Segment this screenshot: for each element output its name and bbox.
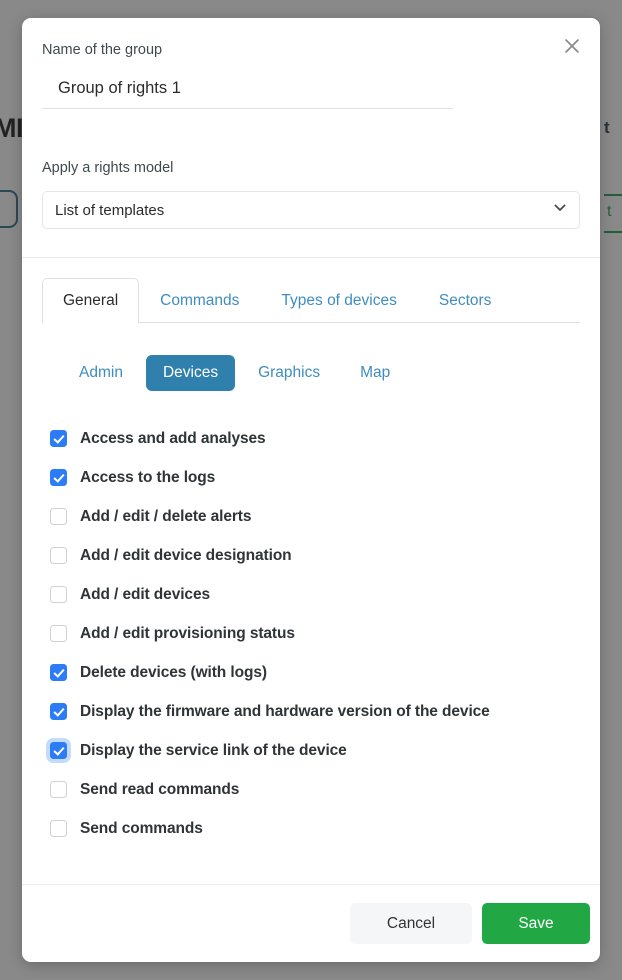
permission-label: Add / edit device designation bbox=[80, 546, 292, 564]
page-root: MI t t Name of the group Apply a rights … bbox=[0, 0, 622, 980]
subtab-devices[interactable]: Devices bbox=[145, 355, 236, 391]
permission-row[interactable]: Add / edit device designation bbox=[42, 536, 580, 575]
section-divider bbox=[22, 257, 600, 258]
sub-tabs: Admin Devices Graphics Map bbox=[62, 353, 580, 393]
checkbox-access-to-the-logs[interactable] bbox=[50, 469, 67, 486]
rights-model-label: Apply a rights model bbox=[42, 160, 174, 176]
rights-model-select-wrap: List of templates bbox=[42, 191, 580, 229]
checkbox-add-edit-device-designation[interactable] bbox=[50, 547, 67, 564]
subtab-graphics[interactable]: Graphics bbox=[241, 355, 337, 391]
permission-label: Delete devices (with logs) bbox=[80, 663, 267, 681]
permission-row[interactable]: Access and add analyses bbox=[42, 419, 580, 458]
checkbox-add-edit-devices[interactable] bbox=[50, 586, 67, 603]
permission-row[interactable]: Add / edit / delete alerts bbox=[42, 497, 580, 536]
checkbox-send-commands[interactable] bbox=[50, 820, 67, 837]
checkbox-add-edit-delete-alerts[interactable] bbox=[50, 508, 67, 525]
permission-label: Add / edit provisioning status bbox=[80, 624, 295, 642]
permission-label: Add / edit / delete alerts bbox=[80, 507, 252, 525]
permission-label: Display the firmware and hardware versio… bbox=[80, 702, 490, 720]
primary-tabs: General Commands Types of devices Sector… bbox=[42, 278, 580, 323]
primary-tabs-list: General Commands Types of devices Sector… bbox=[42, 278, 580, 323]
cancel-button[interactable]: Cancel bbox=[350, 903, 472, 944]
modal-footer: Cancel Save bbox=[22, 884, 600, 962]
rights-model-select[interactable]: List of templates bbox=[42, 191, 580, 229]
tab-types-of-devices[interactable]: Types of devices bbox=[260, 278, 417, 323]
checkbox-delete-devices-with-logs[interactable] bbox=[50, 664, 67, 681]
checkbox-add-edit-provisioning-status[interactable] bbox=[50, 625, 67, 642]
permission-label: Send read commands bbox=[80, 780, 240, 798]
permission-label: Add / edit devices bbox=[80, 585, 210, 603]
tab-sectors[interactable]: Sectors bbox=[418, 278, 513, 323]
checkbox-display-firmware-hardware-version[interactable] bbox=[50, 703, 67, 720]
permission-row[interactable]: Delete devices (with logs) bbox=[42, 653, 580, 692]
permission-row[interactable]: Send commands bbox=[42, 809, 580, 848]
permission-row[interactable]: Display the firmware and hardware versio… bbox=[42, 692, 580, 731]
permission-label: Display the service link of the device bbox=[80, 741, 347, 759]
checkbox-send-read-commands[interactable] bbox=[50, 781, 67, 798]
tab-general[interactable]: General bbox=[42, 278, 140, 323]
tab-commands[interactable]: Commands bbox=[139, 278, 260, 323]
group-name-label: Name of the group bbox=[42, 42, 163, 58]
rights-model-field-block: Apply a rights model List of templates bbox=[22, 158, 600, 229]
group-name-input[interactable] bbox=[42, 73, 453, 109]
checkbox-access-and-add-analyses[interactable] bbox=[50, 430, 67, 447]
permission-row[interactable]: Send read commands bbox=[42, 770, 580, 809]
group-name-field-block: Name of the group bbox=[22, 40, 600, 109]
permission-label: Send commands bbox=[80, 819, 203, 837]
permission-row[interactable]: Display the service link of the device bbox=[42, 731, 580, 770]
permission-label: Access to the logs bbox=[80, 468, 216, 486]
save-button[interactable]: Save bbox=[482, 903, 590, 944]
modal-body: Name of the group Apply a rights model L… bbox=[22, 18, 600, 884]
permission-label: Access and add analyses bbox=[80, 429, 266, 447]
permission-row[interactable]: Access to the logs bbox=[42, 458, 580, 497]
rights-group-modal: Name of the group Apply a rights model L… bbox=[22, 18, 600, 962]
subtab-map[interactable]: Map bbox=[343, 355, 407, 391]
subtab-admin[interactable]: Admin bbox=[62, 355, 140, 391]
permission-row[interactable]: Add / edit devices bbox=[42, 575, 580, 614]
checkbox-display-service-link[interactable] bbox=[50, 742, 67, 759]
permission-row[interactable]: Add / edit provisioning status bbox=[42, 614, 580, 653]
permissions-list: Access and add analyses Access to the lo… bbox=[42, 419, 580, 848]
